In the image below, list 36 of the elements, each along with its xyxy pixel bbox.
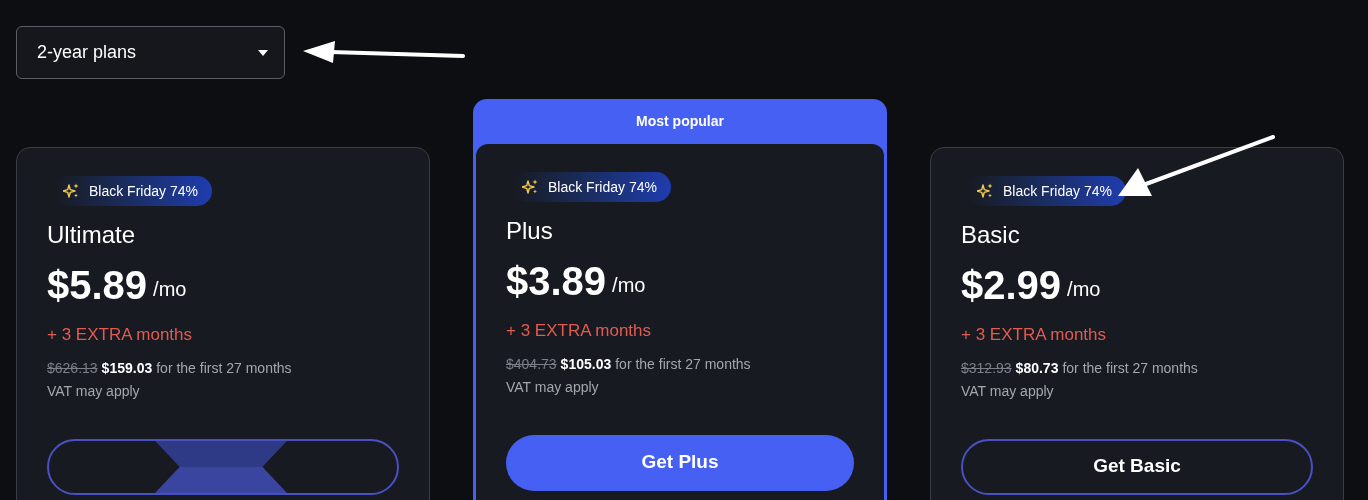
ribbon-label: Most popular (635, 112, 725, 131)
total-price: $80.73 (1015, 358, 1059, 378)
plan-price: $3.89 (506, 258, 607, 304)
price-period: /mo (153, 277, 187, 302)
caret-icon (258, 49, 268, 56)
sparkle-icon (522, 179, 538, 195)
badge-label: Black Friday 74% (89, 181, 198, 201)
badge-label: Black Friday 74% (1003, 181, 1112, 201)
get-plan-button[interactable]: Get Plus (506, 434, 854, 491)
plan-name: Ultimate (47, 220, 137, 250)
old-price: $312.93 (961, 358, 1012, 378)
plan-name: Basic (961, 220, 1021, 250)
vat-note: VAT may apply (47, 381, 141, 401)
bonus-text: + 3 EXTRA months (961, 324, 1108, 346)
plan-dropdown[interactable]: 2-year plans (16, 26, 285, 79)
sparkle-icon (63, 183, 79, 199)
term-text: for the first 27 months (156, 358, 292, 378)
sparkle-icon (977, 183, 993, 199)
vat-note: VAT may apply (961, 381, 1055, 401)
old-price: $404.73 (506, 354, 557, 374)
plan-price: $2.99 (961, 262, 1062, 308)
price-period: /mo (1067, 277, 1101, 302)
total-price: $105.03 (560, 354, 612, 374)
total-price: $159.03 (101, 358, 153, 378)
plan-price: $5.89 (47, 262, 148, 308)
term-text: for the first 27 months (1062, 358, 1198, 378)
badge-label: Black Friday 74% (548, 177, 657, 197)
vat-note: VAT may apply (506, 377, 600, 397)
loading-button[interactable] (47, 438, 399, 495)
bonus-text: + 3 EXTRA months (47, 324, 194, 346)
price-period: /mo (612, 273, 646, 298)
term-text: for the first 27 months (615, 354, 751, 374)
old-price: $626.13 (47, 358, 98, 378)
bonus-text: + 3 EXTRA months (506, 320, 653, 342)
plan-name: Plus (506, 216, 554, 246)
get-plan-button[interactable]: Get Basic (961, 438, 1313, 495)
